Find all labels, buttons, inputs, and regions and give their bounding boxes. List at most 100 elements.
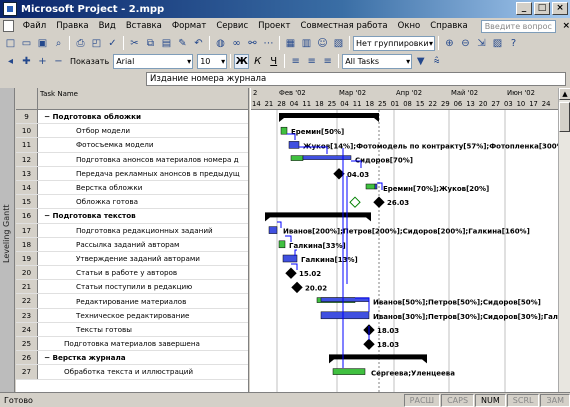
zoom-out-icon[interactable]: ⊖ [458, 36, 473, 51]
align-left-icon[interactable]: ≡ [288, 54, 303, 69]
task-id[interactable]: 20 [16, 266, 38, 280]
minimize-button[interactable]: _ [516, 2, 532, 15]
undo-icon[interactable]: ↶ [191, 36, 206, 51]
task-name[interactable]: − Подготовка обложки [38, 112, 248, 121]
task-id[interactable]: 12 [16, 152, 38, 166]
notes-icon[interactable]: ▥ [299, 36, 314, 51]
vertical-scrollbar[interactable]: ▲ [558, 88, 570, 392]
task-id[interactable]: 23 [16, 308, 38, 322]
task-row[interactable]: 12 Подготовка анонсов материалов номера д [16, 152, 248, 167]
split-task-icon[interactable]: ⋯ [261, 36, 276, 51]
task-row[interactable]: 10 Отбор модели [16, 124, 248, 139]
preview-icon[interactable]: ◰ [89, 36, 104, 51]
copy-wizard-icon[interactable]: ▨ [490, 36, 505, 51]
menu-tools[interactable]: Сервис [211, 21, 253, 31]
gantt-wizard-icon[interactable]: ⩯ [429, 54, 444, 69]
hyperlink-icon[interactable]: ◍ [213, 36, 228, 51]
assign-resources-icon[interactable]: ☺ [315, 36, 330, 51]
task-id[interactable]: 14 [16, 180, 38, 195]
italic-button[interactable]: К [250, 54, 265, 69]
menu-project[interactable]: Проект [253, 21, 295, 31]
move-left-icon[interactable]: ◂ [3, 54, 18, 69]
remove-icon[interactable]: − [51, 54, 66, 69]
task-name[interactable]: Отбор модели [38, 126, 248, 135]
task-name[interactable]: Тексты готовы [38, 325, 248, 334]
document-close-icon[interactable]: × [562, 21, 570, 31]
task-row[interactable]: 26− Верстка журнала [16, 351, 248, 366]
menu-format[interactable]: Формат [167, 21, 212, 31]
unlink-tasks-icon[interactable]: ⚯ [245, 36, 260, 51]
entry-field[interactable]: Издание номера журнала [146, 72, 566, 86]
task-row[interactable]: 17 Подготовка редакционных заданий [16, 223, 248, 238]
task-name-header[interactable]: Task Name [40, 90, 78, 98]
copy-icon[interactable]: ⧉ [143, 36, 158, 51]
maximize-button[interactable]: □ [534, 2, 550, 15]
bold-button[interactable]: Ж [234, 53, 250, 69]
move-right-icon[interactable]: ✚ [19, 54, 34, 69]
task-row[interactable]: 9− Подготовка обложки [16, 110, 248, 125]
task-id[interactable]: 25 [16, 337, 38, 351]
task-id[interactable]: 19 [16, 251, 38, 266]
task-name[interactable]: − Верстка журнала [38, 353, 248, 362]
task-id[interactable]: 21 [16, 280, 38, 294]
task-row[interactable]: 25 Подготовка материалов завершена [16, 337, 248, 352]
underline-button[interactable]: Ч [266, 54, 281, 69]
new-icon[interactable]: □ [3, 36, 18, 51]
open-icon[interactable]: ▭ [19, 36, 34, 51]
task-name[interactable]: Подготовка материалов завершена [38, 339, 248, 348]
task-id[interactable]: 16 [16, 209, 38, 223]
font-select[interactable]: Arial [113, 53, 194, 69]
align-right-icon[interactable]: ≡ [320, 54, 335, 69]
task-name[interactable]: Передача рекламных анонсов в предыдущ [38, 169, 248, 178]
task-id[interactable]: 24 [16, 322, 38, 336]
task-row[interactable]: 14 Верстка обложки [16, 180, 248, 196]
task-name[interactable]: Редактирование материалов [38, 297, 248, 306]
task-row[interactable]: 11 Фотосъемка модели [16, 138, 248, 153]
task-name[interactable]: Фотосъемка модели [38, 140, 248, 149]
spelling-icon[interactable]: ✓ [105, 36, 120, 51]
task-name[interactable]: − Подготовка текстов [38, 211, 248, 220]
task-row[interactable]: 22 Редактирование материалов [16, 294, 248, 309]
task-id[interactable]: 13 [16, 166, 38, 180]
scroll-thumb[interactable] [559, 102, 570, 132]
task-id[interactable]: 17 [16, 223, 38, 237]
task-row[interactable]: 18 Рассылка заданий авторам [16, 237, 248, 252]
menu-view[interactable]: Вид [94, 21, 121, 31]
link-tasks-icon[interactable]: ∞ [229, 36, 244, 51]
task-name[interactable]: Обработка текста и иллюстраций [38, 367, 248, 376]
goto-task-icon[interactable]: ⇲ [474, 36, 489, 51]
menu-file[interactable]: Файл [18, 21, 51, 31]
task-row[interactable]: 24 Тексты готовы [16, 322, 248, 337]
add-icon[interactable]: + [35, 54, 50, 69]
task-row[interactable]: 15 Обложка готова [16, 195, 248, 210]
task-id[interactable]: 15 [16, 195, 38, 209]
menu-window[interactable]: Окно [393, 21, 426, 31]
cut-icon[interactable]: ✂ [127, 36, 142, 51]
show-button[interactable]: Показать [67, 57, 112, 66]
task-id[interactable]: 11 [16, 138, 38, 152]
task-row[interactable]: 23 Техническое редактирование [16, 308, 248, 323]
task-id[interactable]: 10 [16, 124, 38, 138]
zoom-in-icon[interactable]: ⊕ [442, 36, 457, 51]
task-id[interactable]: 22 [16, 294, 38, 308]
document-icon[interactable] [3, 20, 14, 32]
help-icon[interactable]: ? [506, 36, 521, 51]
task-row[interactable]: 16− Подготовка текстов [16, 209, 248, 224]
help-question-input[interactable]: Введите вопрос [480, 19, 557, 33]
copy-picture-icon[interactable]: ▧ [331, 36, 346, 51]
task-id[interactable]: 18 [16, 237, 38, 251]
print-icon[interactable]: ⎙ [73, 36, 88, 51]
task-id[interactable]: 26 [16, 351, 38, 365]
view-bar[interactable]: Leveling Gantt [0, 88, 15, 392]
task-name[interactable]: Статьи поступили в редакцию [38, 282, 248, 291]
task-row[interactable]: 20 Статьи в работе у авторов [16, 266, 248, 281]
task-row[interactable]: 13 Передача рекламных анонсов в предыдущ [16, 166, 248, 181]
format-painter-icon[interactable]: ✎ [175, 36, 190, 51]
scroll-up-icon[interactable]: ▲ [559, 88, 570, 100]
task-name[interactable]: Рассылка заданий авторам [38, 240, 248, 249]
task-name[interactable]: Утверждение заданий авторами [38, 254, 248, 263]
paste-icon[interactable]: ▤ [159, 36, 174, 51]
task-name[interactable]: Верстка обложки [38, 183, 248, 192]
task-name[interactable]: Подготовка анонсов материалов номера д [38, 155, 248, 164]
save-icon[interactable]: ▣ [35, 36, 50, 51]
